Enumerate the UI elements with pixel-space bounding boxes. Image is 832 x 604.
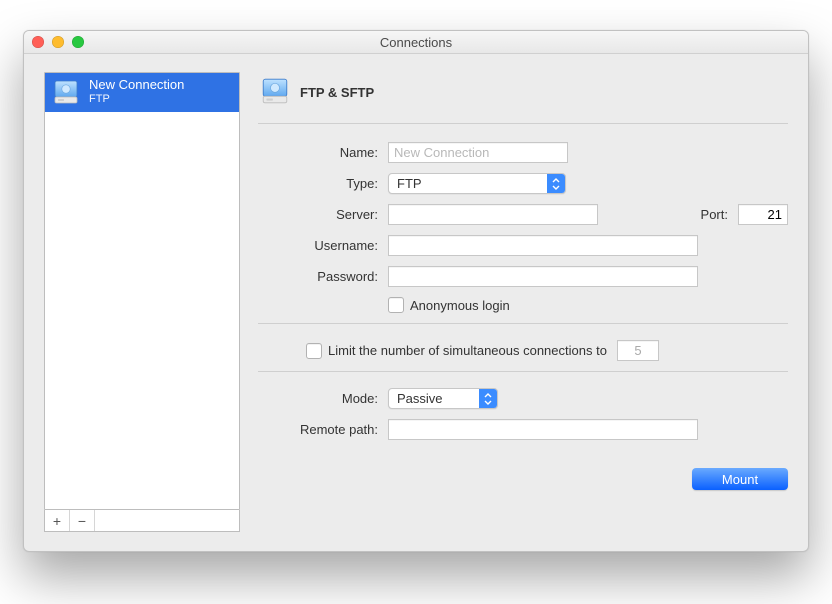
port-field[interactable] — [738, 204, 788, 225]
port-label: Port: — [701, 207, 728, 222]
checkbox-icon — [306, 343, 322, 359]
chevron-up-down-icon — [547, 174, 565, 193]
limit-checkbox[interactable]: Limit the number of simultaneous connect… — [306, 343, 607, 359]
list-item-subtitle: FTP — [89, 93, 184, 106]
network-drive-icon — [51, 77, 81, 107]
add-button[interactable]: + — [45, 510, 70, 531]
traffic-lights — [24, 36, 84, 48]
window-title: Connections — [24, 35, 808, 50]
divider — [258, 323, 788, 324]
name-field[interactable] — [388, 142, 568, 163]
connections-window: Connections — [23, 30, 809, 552]
list-item[interactable]: New Connection FTP — [45, 73, 239, 112]
window-body: New Connection FTP + − — [24, 54, 808, 552]
mode-select[interactable]: Passive — [388, 388, 498, 409]
type-value: FTP — [389, 176, 444, 191]
detail-panel: FTP & SFTP Name: Type: FTP — [258, 72, 788, 532]
server-label: Server: — [258, 207, 388, 222]
form-footer: Mount — [258, 450, 788, 490]
connection-form: Name: Type: FTP — [258, 124, 788, 490]
username-label: Username: — [258, 238, 388, 253]
zoom-icon[interactable] — [72, 36, 84, 48]
mode-label: Mode: — [258, 391, 388, 406]
close-icon[interactable] — [32, 36, 44, 48]
server-field[interactable] — [388, 204, 598, 225]
limit-field[interactable] — [617, 340, 659, 361]
remove-button[interactable]: − — [70, 510, 95, 531]
checkbox-icon — [388, 297, 404, 313]
type-label: Type: — [258, 176, 388, 191]
divider — [258, 371, 788, 372]
mode-value: Passive — [389, 391, 465, 406]
list-item-name: New Connection — [89, 78, 184, 93]
username-field[interactable] — [388, 235, 698, 256]
remote-path-field[interactable] — [388, 419, 698, 440]
connections-list[interactable]: New Connection FTP — [44, 72, 240, 510]
mount-button[interactable]: Mount — [692, 468, 788, 490]
network-drive-icon — [260, 76, 290, 109]
remote-path-label: Remote path: — [258, 422, 388, 437]
minimize-icon[interactable] — [52, 36, 64, 48]
list-item-text: New Connection FTP — [89, 78, 184, 106]
anonymous-label: Anonymous login — [410, 298, 510, 313]
chevron-up-down-icon — [479, 389, 497, 408]
sidebar-footer: + − — [44, 510, 240, 532]
name-label: Name: — [258, 145, 388, 160]
limit-label: Limit the number of simultaneous connect… — [328, 343, 607, 358]
sidebar: New Connection FTP + − — [44, 72, 240, 532]
anonymous-checkbox[interactable]: Anonymous login — [388, 297, 510, 313]
panel-title: FTP & SFTP — [300, 85, 374, 100]
password-label: Password: — [258, 269, 388, 284]
type-select[interactable]: FTP — [388, 173, 566, 194]
password-field[interactable] — [388, 266, 698, 287]
sidebar-footer-spacer — [95, 510, 239, 531]
titlebar: Connections — [24, 31, 808, 54]
panel-header: FTP & SFTP — [258, 72, 788, 124]
